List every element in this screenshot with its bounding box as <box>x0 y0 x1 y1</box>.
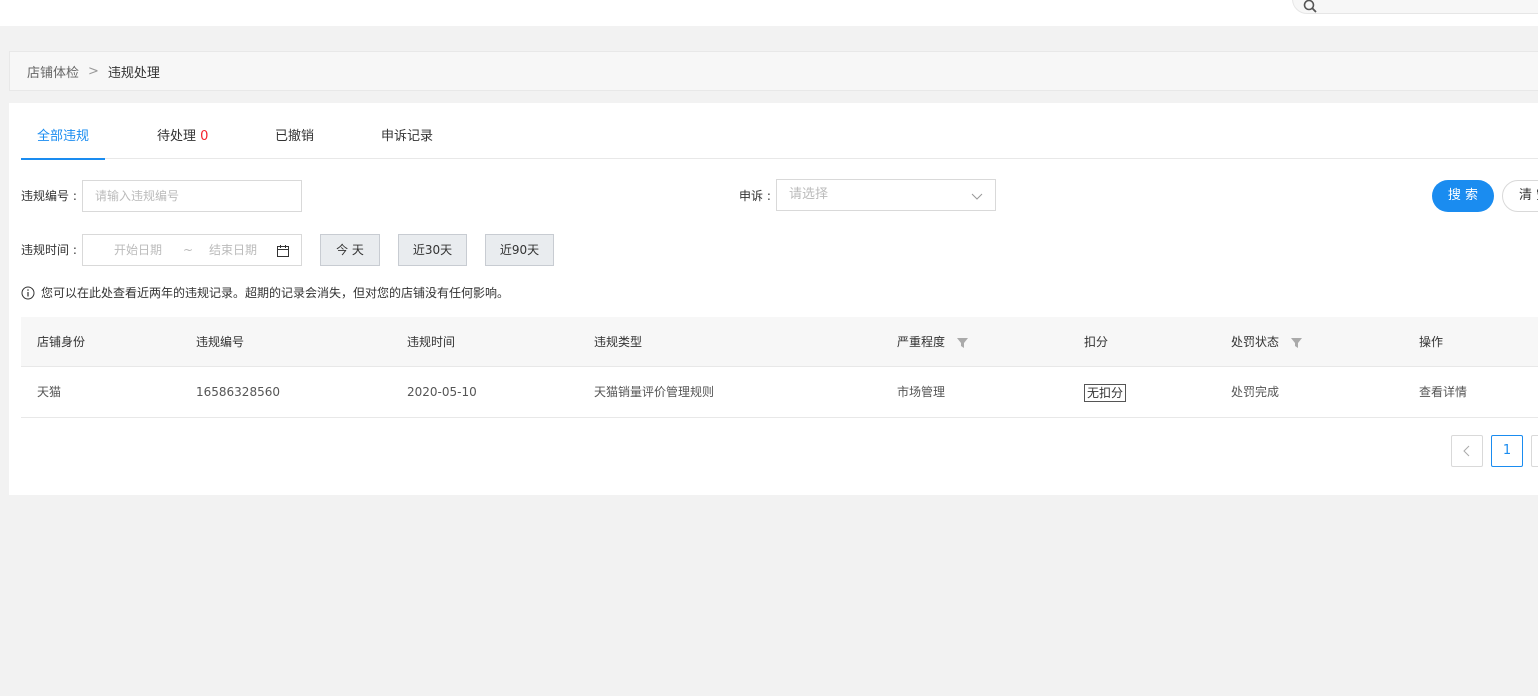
quick-range-30d-button[interactable]: 近30天 <box>398 234 467 266</box>
filter-icon[interactable] <box>956 337 968 348</box>
column-header-type: 违规类型 <box>594 335 643 349</box>
cell-severity: 市场管理 <box>897 385 946 399</box>
info-icon <box>21 286 35 299</box>
chevron-left-icon <box>1463 445 1470 456</box>
appeal-select-placeholder: 请选择 <box>789 187 829 202</box>
start-date-field[interactable]: 开始日期 <box>114 235 162 265</box>
column-header-deduction: 扣分 <box>1084 335 1109 349</box>
appeal-select[interactable]: 请选择 <box>776 179 996 211</box>
tab-all-violations[interactable]: 全部违规 <box>20 117 106 160</box>
quick-range-90d-button[interactable]: 近90天 <box>485 234 554 266</box>
column-header-action: 操作 <box>1419 335 1444 349</box>
column-header-status: 处罚状态 <box>1231 317 1302 367</box>
pagination-prev-button[interactable] <box>1451 435 1483 467</box>
global-search-box[interactable] <box>1292 0 1538 14</box>
breadcrumb: 店铺体检 > 违规处理 <box>9 51 1538 91</box>
tab-pending[interactable]: 待处理 0 <box>157 117 208 159</box>
tab-revoked[interactable]: 已撤销 <box>275 117 314 159</box>
calendar-icon[interactable] <box>276 244 290 258</box>
table-header: 店铺身份 违规编号 违规时间 违规类型 严重程度 扣分 处罚状态 操作 <box>21 317 1538 367</box>
tab-label: 全部违规 <box>37 129 90 144</box>
info-tip: 您可以在此处查看近两年的违规记录。超期的记录会消失，但对您的店铺没有任何影响。 <box>21 284 509 301</box>
info-tip-text: 您可以在此处查看近两年的违规记录。超期的记录会消失，但对您的店铺没有任何影响。 <box>41 286 510 300</box>
violation-no-label: 违规编号 : <box>21 189 77 203</box>
column-header-time: 违规时间 <box>407 335 456 349</box>
view-details-link[interactable]: 查看详情 <box>1419 367 1467 417</box>
column-header-identity: 店铺身份 <box>37 335 86 349</box>
breadcrumb-separator: > <box>88 63 99 79</box>
chevron-down-icon <box>971 193 983 200</box>
violation-time-label: 违规时间 : <box>21 243 77 257</box>
pending-count-badge: 0 <box>200 129 209 144</box>
cell-deduction: 无扣分 <box>1084 367 1127 417</box>
tab-appeal-records[interactable]: 申诉记录 <box>381 117 433 159</box>
top-bar <box>0 0 1538 26</box>
table-row: 天猫 16586328560 2020-05-10 天猫销量评价管理规则 市场管… <box>21 367 1538 418</box>
pagination-page-1[interactable]: 1 <box>1491 435 1523 467</box>
column-header-violation-no: 违规编号 <box>196 335 245 349</box>
search-button[interactable]: 搜 索 <box>1432 180 1494 212</box>
violation-panel: 全部违规 待处理 0 已撤销 申诉记录 违规编号 : 申诉 : 请选择 搜 索 … <box>9 103 1538 495</box>
date-range-separator: ~ <box>183 243 194 257</box>
cell-status: 处罚完成 <box>1231 385 1280 399</box>
column-header-severity: 严重程度 <box>897 317 968 367</box>
cell-violation-no: 16586328560 <box>196 385 280 399</box>
search-icon[interactable] <box>1303 0 1317 13</box>
tab-bar: 全部违规 待处理 0 已撤销 申诉记录 <box>20 117 1538 160</box>
cell-identity: 天猫 <box>37 385 62 399</box>
clear-button[interactable]: 清 空 <box>1502 180 1538 212</box>
deduction-tag: 无扣分 <box>1084 383 1127 402</box>
end-date-field[interactable]: 结束日期 <box>209 235 257 265</box>
tab-label: 申诉记录 <box>381 129 434 144</box>
tab-label: 已撤销 <box>275 129 315 144</box>
filter-icon[interactable] <box>1290 337 1302 348</box>
cell-type: 天猫销量评价管理规则 <box>594 385 715 399</box>
breadcrumb-current: 违规处理 <box>107 65 160 81</box>
pagination-next-button[interactable] <box>1531 435 1538 467</box>
violation-table: 店铺身份 违规编号 违规时间 违规类型 严重程度 扣分 处罚状态 操作 天猫 1… <box>21 317 1538 418</box>
tab-label: 待处理 <box>157 129 197 144</box>
appeal-label: 申诉 : <box>739 189 771 203</box>
quick-range-today-button[interactable]: 今 天 <box>320 234 380 266</box>
breadcrumb-parent[interactable]: 店铺体检 <box>27 62 79 81</box>
violation-no-input[interactable] <box>82 180 302 212</box>
date-range-picker[interactable]: 开始日期 ~ 结束日期 <box>82 234 302 266</box>
cell-time: 2020-05-10 <box>407 385 477 399</box>
